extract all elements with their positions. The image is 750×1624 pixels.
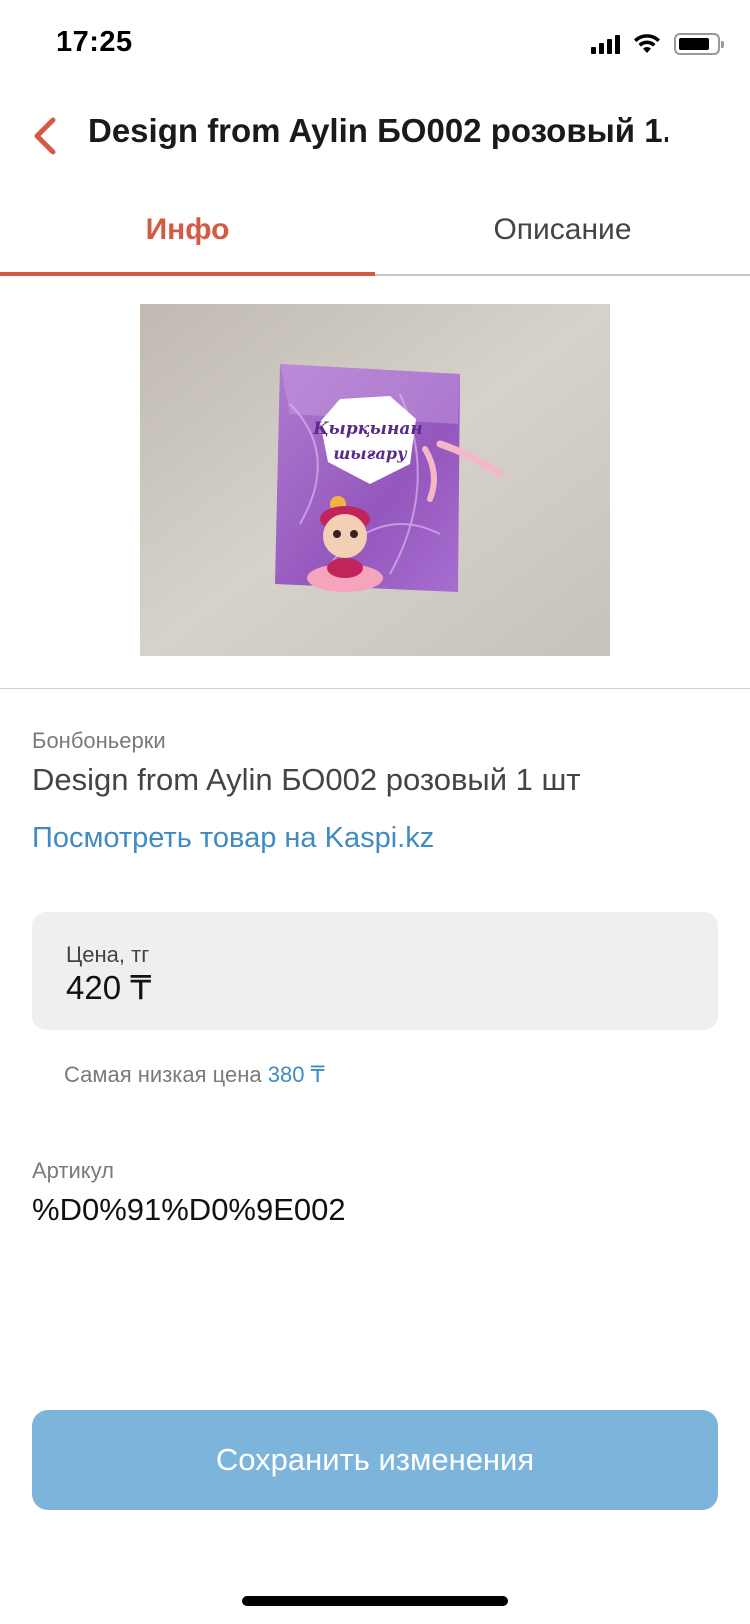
wifi-icon (634, 34, 660, 53)
signal-icon (591, 34, 620, 54)
lowest-price-value[interactable]: 380 ₸ (268, 1062, 325, 1087)
lowest-price: Самая низкая цена 380 ₸ (64, 1062, 325, 1088)
save-button[interactable]: Сохранить изменения (32, 1410, 718, 1510)
sku-value: %D0%91%D0%9E002 (32, 1192, 346, 1227)
product-photo: Қырқынан шығару (140, 304, 610, 656)
status-time: 17:25 (56, 26, 133, 58)
lowest-price-label: Самая низкая цена (64, 1062, 262, 1087)
tab-info[interactable]: Инфо (0, 186, 375, 276)
price-label: Цена, тг (66, 942, 150, 967)
chevron-left-icon (34, 117, 56, 155)
product-name: Design from Aylin БО002 розовый 1 шт (32, 762, 581, 797)
status-bar: 17:25 (0, 0, 750, 90)
page-title: Design from Aylin БО002 розовый 1... (88, 112, 668, 149)
product-category: Бонбоньерки (32, 728, 166, 753)
divider (0, 688, 750, 689)
kaspi-link[interactable]: Посмотреть товар на Kaspi.kz (32, 822, 434, 855)
battery-icon (674, 33, 724, 55)
nav-bar: Design from Aylin БО002 розовый 1... (0, 90, 750, 176)
price-value[interactable]: 420 ₸ (66, 968, 151, 1007)
sku-label: Артикул (32, 1158, 115, 1183)
product-image[interactable]: Қырқынан шығару (140, 304, 610, 656)
card-text-line-1: Қырқынан (312, 419, 423, 439)
back-button[interactable] (20, 108, 76, 164)
tab-description[interactable]: Описание (375, 186, 750, 274)
status-icons (591, 30, 724, 58)
home-indicator (242, 1596, 508, 1606)
card-text-line-2: шығару (333, 444, 408, 463)
tab-bar: Инфо Описание (0, 186, 750, 276)
price-field[interactable]: Цена, тг 420 ₸ (32, 912, 718, 1030)
